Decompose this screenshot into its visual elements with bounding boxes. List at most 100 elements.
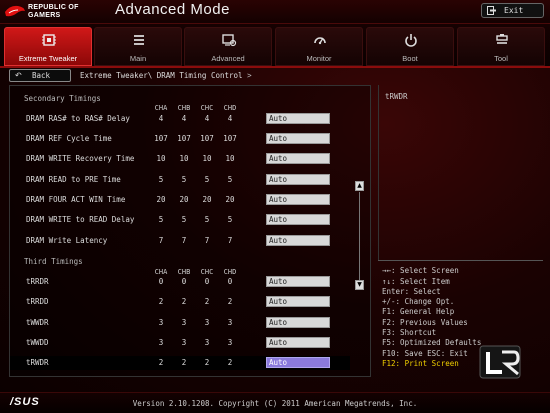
tab-label: Extreme Tweaker bbox=[18, 54, 78, 63]
value-cha: 20 bbox=[156, 195, 166, 204]
exit-button[interactable]: Exit bbox=[481, 3, 544, 18]
tab-label: Monitor bbox=[306, 54, 332, 63]
value-cha: 2 bbox=[158, 297, 164, 306]
setting-row[interactable]: tWWDD 3 3 3 3 Auto bbox=[10, 336, 350, 350]
value-chc: 10 bbox=[202, 154, 212, 163]
setting-row-selected[interactable]: tRWDR 2 2 2 2 Auto bbox=[10, 356, 350, 370]
breadcrumb-parent[interactable]: Extreme Tweaker\ bbox=[80, 71, 152, 80]
value-chb: 20 bbox=[179, 195, 189, 204]
value-chc: 20 bbox=[202, 195, 212, 204]
scroll-down-button[interactable]: ▼ bbox=[355, 280, 364, 290]
setting-value-field[interactable]: Auto bbox=[266, 357, 330, 368]
power-icon bbox=[405, 34, 417, 47]
scrollbar-track[interactable] bbox=[359, 192, 360, 280]
setting-value-field[interactable]: Auto bbox=[266, 276, 330, 287]
setting-row[interactable]: DRAM FOUR ACT WIN Time 20 20 20 20 Auto bbox=[10, 193, 350, 207]
back-button[interactable]: ↶ Back bbox=[9, 69, 71, 82]
tab-boot[interactable]: Boot bbox=[366, 27, 454, 66]
value-chd: 107 bbox=[223, 134, 237, 143]
logo-line2: GAMERS bbox=[28, 12, 61, 19]
value-chb: 2 bbox=[181, 358, 187, 367]
key-hint: Enter: Select bbox=[382, 287, 441, 296]
section-title-secondary: Secondary Timings bbox=[24, 94, 101, 103]
setting-row[interactable]: tRRDD 2 2 2 2 Auto bbox=[10, 295, 350, 309]
value-chd: 3 bbox=[227, 338, 233, 347]
tab-main[interactable]: Main bbox=[94, 27, 182, 66]
watermark-logo-graphic bbox=[479, 345, 521, 379]
exit-label: Exit bbox=[504, 6, 524, 15]
value-cha: 3 bbox=[158, 318, 164, 327]
setting-value-field[interactable]: Auto bbox=[266, 337, 330, 348]
help-title: tRWDR bbox=[385, 92, 408, 101]
setting-label: DRAM REF Cycle Time bbox=[26, 134, 112, 143]
key-hint: +/-: Change Opt. bbox=[382, 297, 455, 306]
divider bbox=[378, 260, 543, 261]
cpu-chip-icon bbox=[42, 34, 56, 46]
watermark-logo bbox=[478, 344, 538, 382]
value-chc: 5 bbox=[204, 215, 210, 224]
setting-row[interactable]: DRAM WRITE to READ Delay 5 5 5 5 Auto bbox=[10, 213, 350, 227]
value-chb: 5 bbox=[181, 215, 187, 224]
tab-tool[interactable]: Tool bbox=[457, 27, 545, 66]
value-cha: 5 bbox=[158, 175, 164, 184]
copyright-text: Version 2.10.1208. Copyright (C) 2011 Am… bbox=[132, 399, 418, 408]
setting-value-field[interactable]: Auto bbox=[266, 133, 330, 144]
value-chc: 0 bbox=[204, 277, 210, 286]
column-header: CHB bbox=[177, 104, 191, 112]
column-header: CHA bbox=[154, 104, 168, 112]
setting-value-field[interactable]: Auto bbox=[266, 296, 330, 307]
setting-label: DRAM FOUR ACT WIN Time bbox=[26, 195, 126, 204]
setting-row[interactable]: DRAM WRITE Recovery Time 10 10 10 10 Aut… bbox=[10, 152, 350, 166]
tab-monitor[interactable]: Monitor bbox=[275, 27, 363, 66]
breadcrumb: Extreme Tweaker\ DRAM Timing Control > bbox=[80, 71, 252, 80]
value-chc: 2 bbox=[204, 297, 210, 306]
logo-line1: REPUBLIC OF bbox=[28, 4, 79, 11]
value-chb: 10 bbox=[179, 154, 189, 163]
setting-label: tRWDR bbox=[26, 358, 49, 367]
breadcrumb-current: DRAM Timing Control bbox=[156, 71, 243, 80]
value-cha: 3 bbox=[158, 338, 164, 347]
setting-row[interactable]: DRAM Write Latency 7 7 7 7 Auto bbox=[10, 234, 350, 248]
setting-value-field[interactable]: Auto bbox=[266, 113, 330, 124]
value-cha: 10 bbox=[156, 154, 166, 163]
setting-row[interactable]: tRRDR 0 0 0 0 Auto bbox=[10, 275, 350, 289]
key-hint: F3: Shortcut bbox=[382, 328, 437, 337]
value-chb: 2 bbox=[181, 297, 187, 306]
setting-row[interactable]: DRAM RAS# to RAS# Delay 4 4 4 4 Auto bbox=[10, 112, 350, 126]
setting-value-field[interactable]: Auto bbox=[266, 153, 330, 164]
setting-value-field[interactable]: Auto bbox=[266, 194, 330, 205]
setting-row[interactable]: DRAM REF Cycle Time 107 107 107 107 Auto bbox=[10, 132, 350, 146]
setting-value-field[interactable]: Auto bbox=[266, 174, 330, 185]
value-chb: 5 bbox=[181, 175, 187, 184]
value-chc: 2 bbox=[204, 358, 210, 367]
setting-label: DRAM Write Latency bbox=[26, 236, 108, 245]
scroll-up-button[interactable]: ▲ bbox=[355, 181, 364, 191]
value-chc: 107 bbox=[200, 134, 214, 143]
value-chb: 7 bbox=[181, 236, 187, 245]
timing-settings-panel: Secondary Timings CHA CHB CHC CHD DRAM R… bbox=[9, 85, 371, 377]
breadcrumb-bar: ↶ Back Extreme Tweaker\ DRAM Timing Cont… bbox=[0, 68, 550, 84]
value-cha: 5 bbox=[158, 215, 164, 224]
advanced-icon bbox=[222, 34, 237, 47]
bios-screen: REPUBLIC OF GAMERS Advanced Mode Exit Ex… bbox=[0, 0, 550, 413]
setting-value-field[interactable]: Auto bbox=[266, 235, 330, 246]
value-chd: 5 bbox=[227, 175, 233, 184]
setting-value-field[interactable]: Auto bbox=[266, 317, 330, 328]
setting-row[interactable]: tWWDR 3 3 3 3 Auto bbox=[10, 316, 350, 330]
value-cha: 0 bbox=[158, 277, 164, 286]
exit-icon bbox=[487, 6, 496, 15]
tool-icon bbox=[496, 34, 508, 44]
setting-value-field[interactable]: Auto bbox=[266, 214, 330, 225]
monitor-gauge-icon bbox=[314, 37, 326, 45]
value-chd: 3 bbox=[227, 318, 233, 327]
value-chb: 3 bbox=[181, 338, 187, 347]
value-cha: 2 bbox=[158, 358, 164, 367]
header-bar: REPUBLIC OF GAMERS Advanced Mode Exit bbox=[0, 0, 550, 24]
value-chd: 7 bbox=[227, 236, 233, 245]
tab-extreme-tweaker[interactable]: Extreme Tweaker bbox=[4, 27, 92, 66]
setting-row[interactable]: DRAM READ to PRE Time 5 5 5 5 Auto bbox=[10, 173, 350, 187]
tab-label: Advanced bbox=[211, 54, 245, 63]
section-title-third: Third Timings bbox=[24, 257, 83, 266]
tab-advanced[interactable]: Advanced bbox=[184, 27, 272, 66]
value-chd: 4 bbox=[227, 114, 233, 123]
